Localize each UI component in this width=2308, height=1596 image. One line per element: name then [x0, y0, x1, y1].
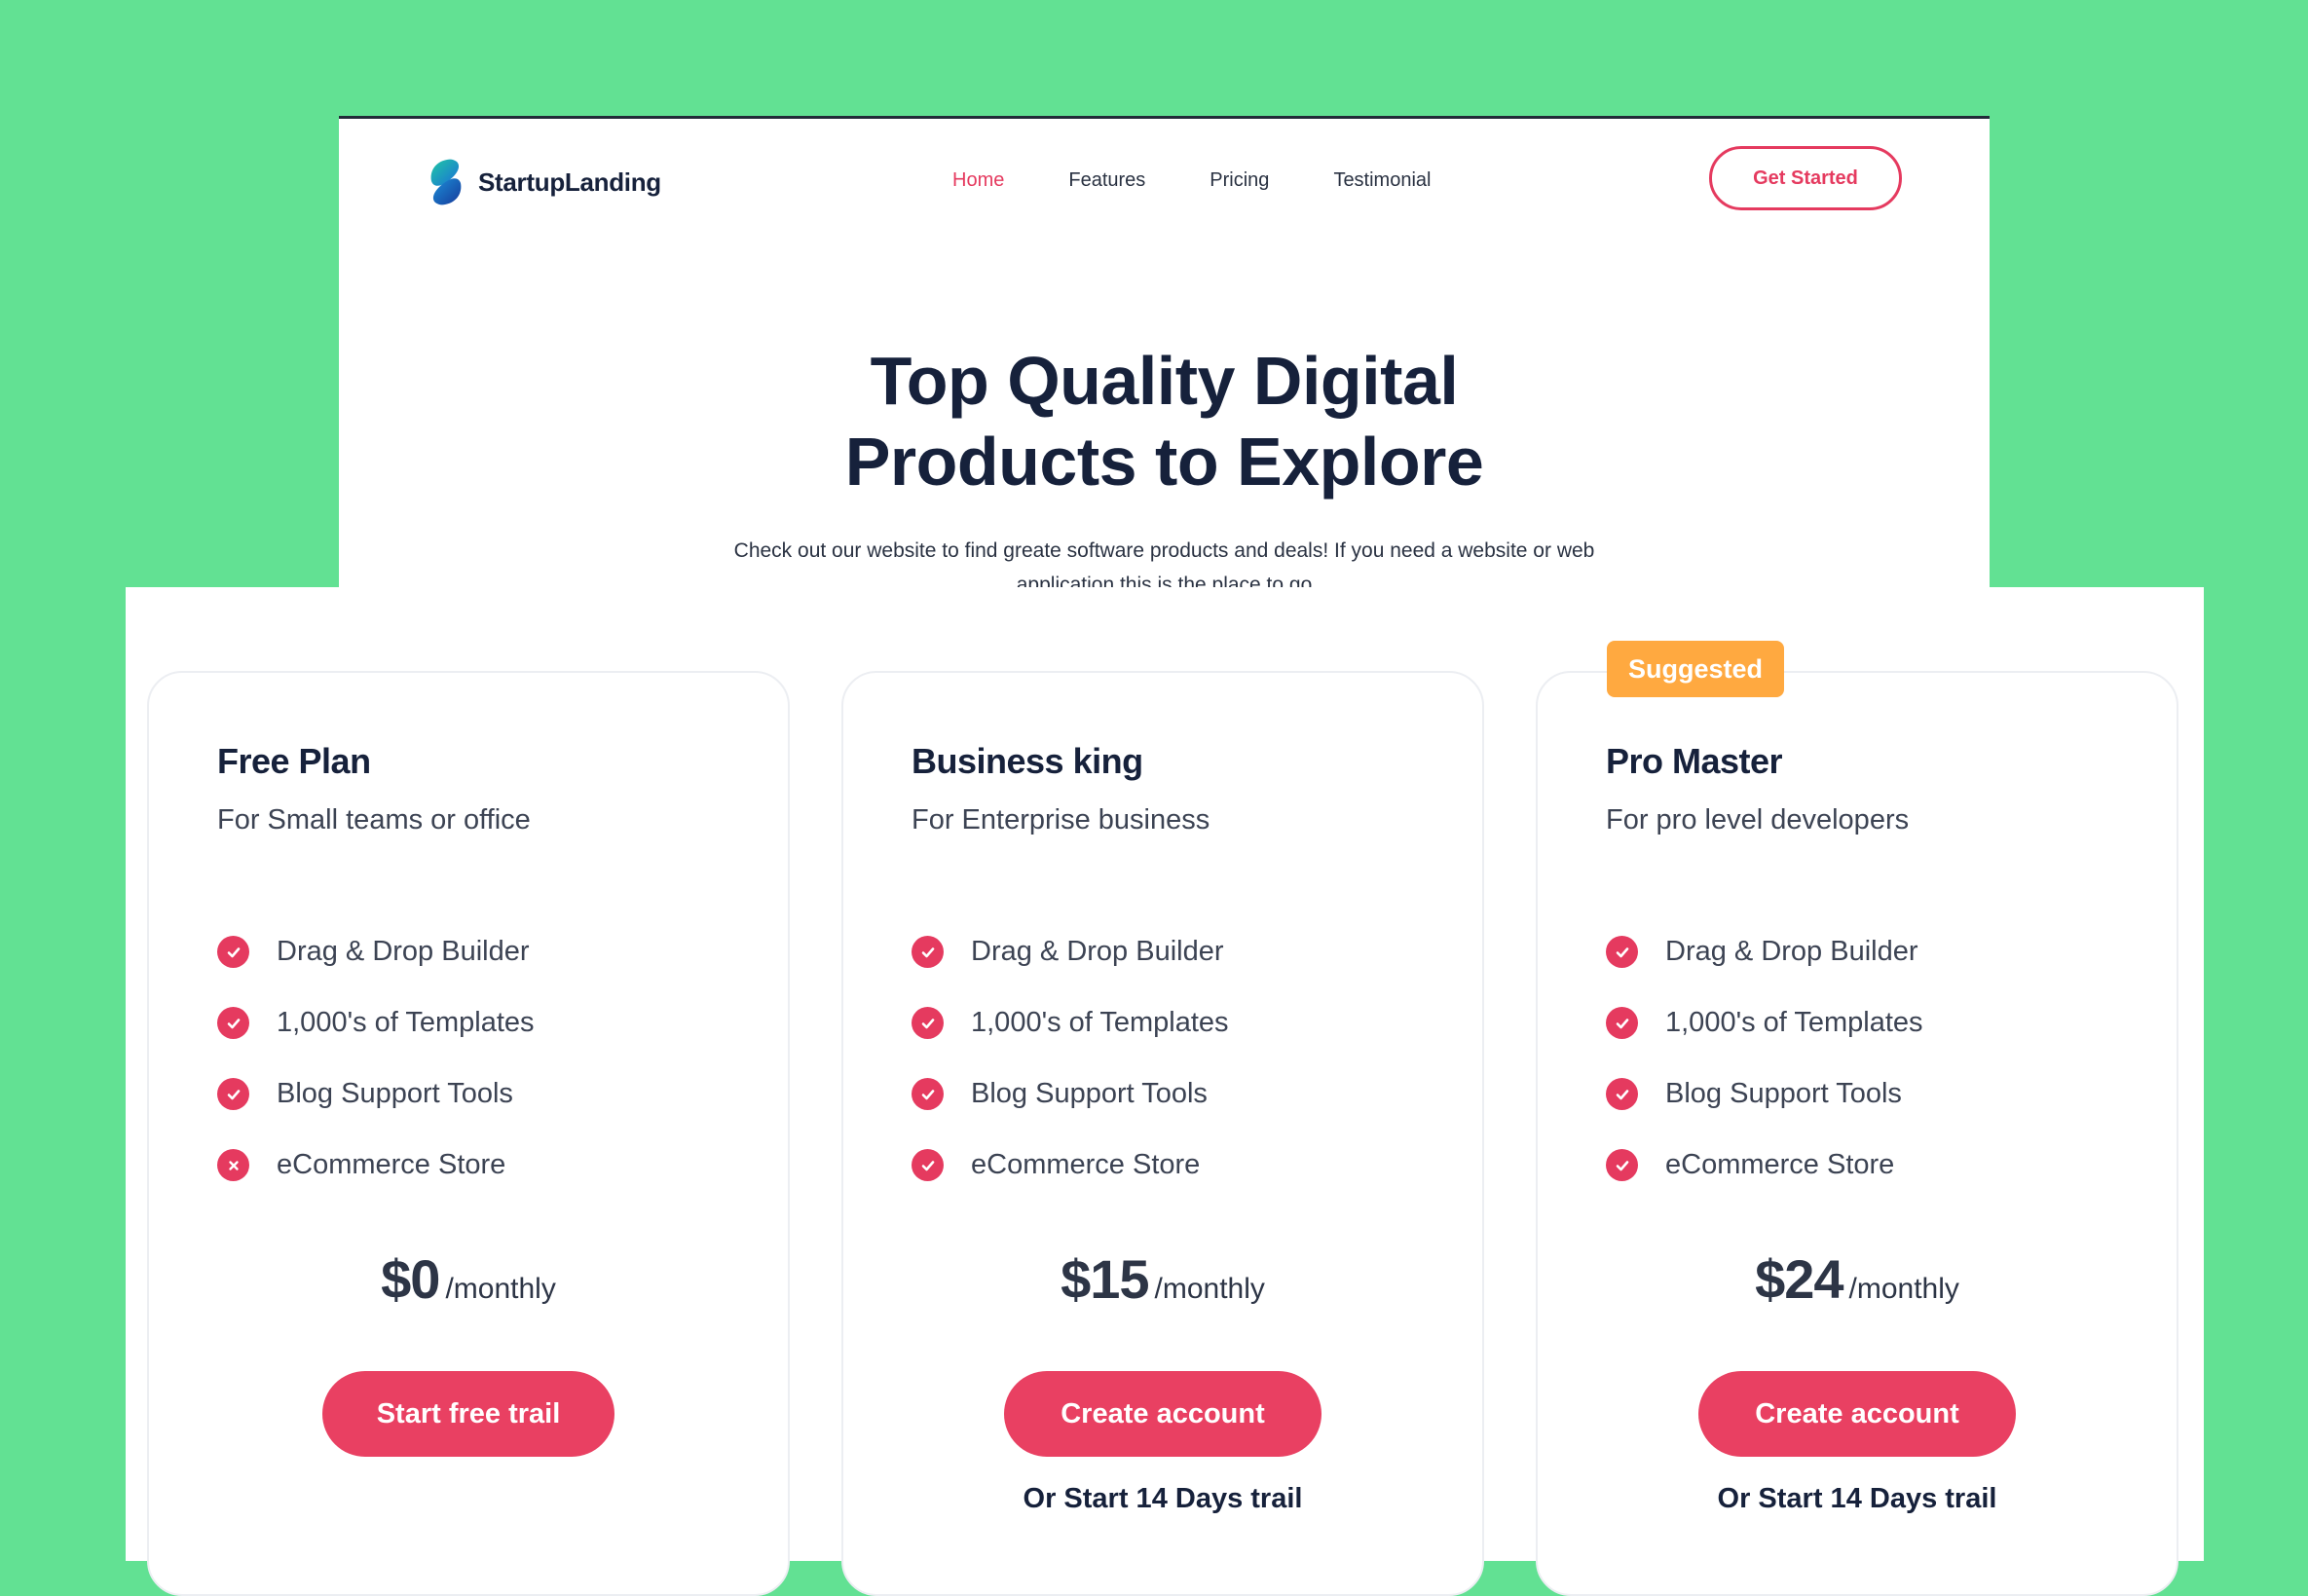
pricing-card-pro: Pro Master For pro level developers Drag… — [1536, 671, 2178, 1596]
price: $15 — [1061, 1248, 1149, 1310]
price-row: $0 /monthly — [149, 1247, 788, 1311]
feature-item: Blog Support Tools — [217, 1058, 535, 1130]
feature-item: eCommerce Store — [912, 1130, 1229, 1201]
plan-description: For Enterprise business — [912, 804, 1210, 835]
plan-description: For Small teams or office — [217, 804, 531, 835]
price: $0 — [381, 1248, 440, 1310]
feature-item: eCommerce Store — [1606, 1130, 1923, 1201]
feature-label: eCommerce Store — [971, 1149, 1201, 1180]
create-account-button[interactable]: Create account — [1698, 1371, 2016, 1457]
pricing-card-business: Business king For Enterprise business Dr… — [841, 671, 1484, 1596]
feature-list: Drag & Drop Builder 1,000's of Templates… — [1606, 916, 1923, 1201]
price-period: /monthly — [1154, 1273, 1265, 1305]
price-period: /monthly — [445, 1273, 556, 1305]
check-icon — [217, 936, 249, 968]
get-started-button[interactable]: Get Started — [1709, 146, 1902, 210]
feature-label: Blog Support Tools — [971, 1078, 1208, 1109]
check-icon — [217, 1078, 249, 1110]
check-icon — [1606, 1149, 1638, 1181]
check-icon — [1606, 936, 1638, 968]
brand-logo[interactable]: StartupLanding — [428, 158, 661, 206]
feature-label: eCommerce Store — [277, 1149, 506, 1180]
plan-description: For pro level developers — [1606, 804, 1910, 835]
check-icon — [912, 1078, 944, 1110]
check-icon — [1606, 1007, 1638, 1039]
nav-features[interactable]: Features — [1068, 169, 1145, 192]
feature-item: Blog Support Tools — [912, 1058, 1229, 1130]
main-nav: Home Features Pricing Testimonial — [952, 169, 1495, 192]
trial-link[interactable]: Or Start 14 Days trail — [1538, 1483, 2177, 1515]
brand-name: StartupLanding — [478, 167, 661, 197]
feature-label: eCommerce Store — [1665, 1149, 1895, 1180]
feature-item: 1,000's of Templates — [217, 987, 535, 1058]
feature-label: Drag & Drop Builder — [971, 936, 1224, 967]
check-icon — [1606, 1078, 1638, 1110]
check-icon — [912, 1149, 944, 1181]
feature-label: 1,000's of Templates — [277, 1007, 535, 1038]
price-period: /monthly — [1848, 1273, 1959, 1305]
feature-label: Drag & Drop Builder — [277, 936, 530, 967]
price-row: $15 /monthly — [843, 1247, 1482, 1311]
feature-label: 1,000's of Templates — [1665, 1007, 1923, 1038]
nav-testimonial[interactable]: Testimonial — [1333, 169, 1431, 192]
feature-item: 1,000's of Templates — [1606, 987, 1923, 1058]
price: $24 — [1755, 1248, 1843, 1310]
feature-label: 1,000's of Templates — [971, 1007, 1229, 1038]
check-icon — [217, 1007, 249, 1039]
logo-icon — [428, 158, 465, 206]
hero-title: Top Quality Digital Products to Explore — [339, 341, 1990, 502]
suggested-badge: Suggested — [1607, 641, 1784, 697]
nav-pricing[interactable]: Pricing — [1210, 169, 1269, 192]
plan-name: Pro Master — [1606, 741, 1783, 781]
hero-title-line-1: Top Quality Digital — [870, 343, 1459, 419]
start-free-trial-button[interactable]: Start free trail — [322, 1371, 614, 1457]
feature-label: Blog Support Tools — [277, 1078, 513, 1109]
feature-item: 1,000's of Templates — [912, 987, 1229, 1058]
feature-item: eCommerce Store — [217, 1130, 535, 1201]
feature-label: Blog Support Tools — [1665, 1078, 1902, 1109]
check-icon — [912, 1007, 944, 1039]
price-row: $24 /monthly — [1538, 1247, 2177, 1311]
pricing-panel: Free Plan For Small teams or office Drag… — [126, 587, 2204, 1596]
nav-home[interactable]: Home — [952, 169, 1004, 192]
feature-item: Drag & Drop Builder — [217, 916, 535, 987]
landing-page-window: StartupLanding Home Features Pricing Tes… — [339, 116, 1990, 625]
create-account-button[interactable]: Create account — [1004, 1371, 1322, 1457]
feature-item: Blog Support Tools — [1606, 1058, 1923, 1130]
cross-icon — [217, 1149, 249, 1181]
feature-item: Drag & Drop Builder — [1606, 916, 1923, 987]
feature-item: Drag & Drop Builder — [912, 916, 1229, 987]
feature-list: Drag & Drop Builder 1,000's of Templates… — [217, 916, 535, 1201]
hero-title-line-2: Products to Explore — [844, 424, 1484, 500]
feature-list: Drag & Drop Builder 1,000's of Templates… — [912, 916, 1229, 1201]
check-icon — [912, 936, 944, 968]
trial-link[interactable]: Or Start 14 Days trail — [843, 1483, 1482, 1515]
plan-name: Business king — [912, 741, 1143, 781]
feature-label: Drag & Drop Builder — [1665, 936, 1918, 967]
pricing-card-free: Free Plan For Small teams or office Drag… — [147, 671, 790, 1596]
plan-name: Free Plan — [217, 741, 371, 781]
